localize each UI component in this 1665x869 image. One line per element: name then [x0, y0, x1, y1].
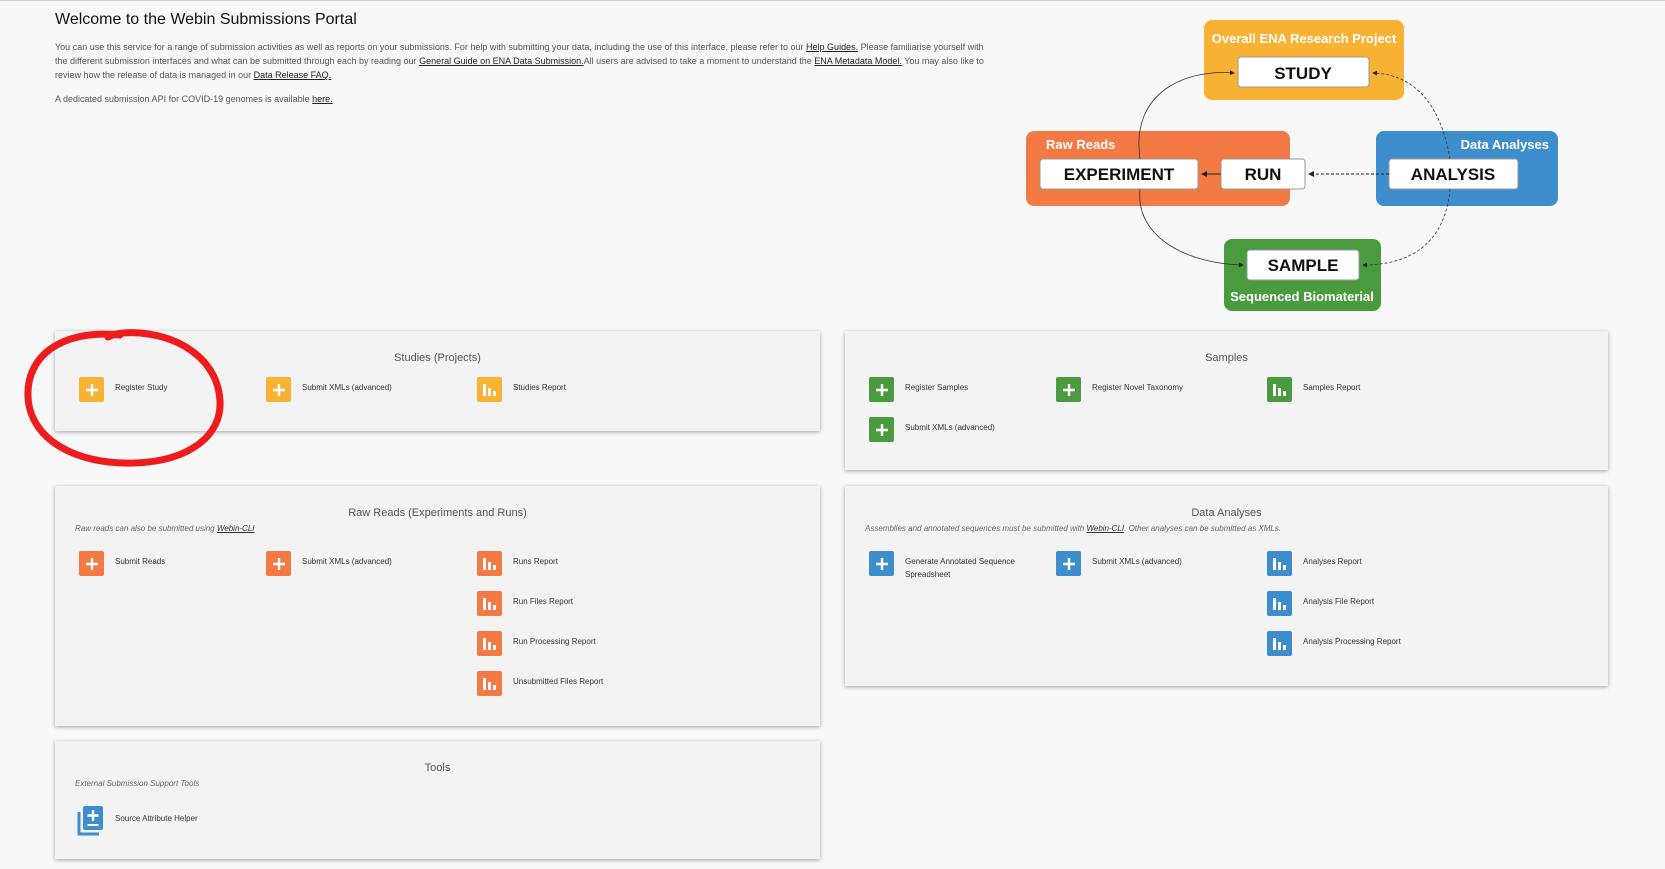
submit-reads-button[interactable]: Submit Reads: [79, 551, 165, 576]
plus-icon: [869, 377, 894, 402]
plus-icon: [79, 377, 104, 402]
samples-card: Samples Register Samples Register Novel …: [845, 331, 1608, 470]
generate-annotated-spreadsheet-button[interactable]: Generate Annotated Sequence Spreadsheet: [869, 551, 1025, 581]
analysis-label: ANALYSIS: [1411, 165, 1495, 184]
bar-chart-icon: [477, 377, 502, 402]
raw-reads-note: Raw reads can also be submitted using We…: [75, 524, 255, 533]
general-guide-link[interactable]: General Guide on ENA Data Submission.: [419, 56, 584, 66]
run-processing-report-button[interactable]: Run Processing Report: [477, 631, 596, 656]
analyses-report-button[interactable]: Analyses Report: [1267, 551, 1362, 576]
experiment-label: EXPERIMENT: [1064, 165, 1175, 184]
help-guides-link[interactable]: Help Guides.: [806, 42, 858, 52]
library-add-icon: [77, 805, 104, 836]
raw-reads-card-title: Raw Reads (Experiments and Runs): [348, 507, 527, 519]
study-label: STUDY: [1274, 64, 1332, 83]
submit-xml-analyses-button[interactable]: Submit XMLs (advanced): [1056, 551, 1182, 576]
page-title: Welcome to the Webin Submissions Portal: [55, 11, 357, 28]
bar-chart-icon: [1267, 591, 1292, 616]
sample-title: Sequenced Biomaterial: [1230, 289, 1374, 304]
sample-label: SAMPLE: [1268, 256, 1339, 275]
bar-chart-icon: [1267, 377, 1292, 402]
bar-chart-icon: [477, 631, 502, 656]
samples-card-title: Samples: [1205, 352, 1248, 364]
bar-chart-icon: [477, 671, 502, 696]
metadata-model-link[interactable]: ENA Metadata Model.: [814, 56, 902, 66]
run-files-report-button[interactable]: Run Files Report: [477, 591, 573, 616]
plus-icon: [266, 377, 291, 402]
webin-cli-link[interactable]: Webin-CLI: [217, 524, 255, 533]
bar-chart-icon: [477, 551, 502, 576]
unsubmitted-files-report-button[interactable]: Unsubmitted Files Report: [477, 671, 603, 696]
register-study-button[interactable]: Register Study: [79, 377, 167, 402]
covid-api-link[interactable]: here.: [312, 94, 333, 104]
bar-chart-icon: [477, 591, 502, 616]
tools-card-title: Tools: [424, 762, 451, 774]
analysis-processing-report-button[interactable]: Analysis Processing Report: [1267, 631, 1401, 656]
submit-xml-reads-button[interactable]: Submit XMLs (advanced): [266, 551, 392, 576]
raw-reads-card: Raw Reads (Experiments and Runs) Raw rea…: [55, 486, 820, 726]
plus-icon: [1056, 551, 1081, 576]
data-analyses-card-title: Data Analyses: [1191, 507, 1262, 519]
samples-report-button[interactable]: Samples Report: [1267, 377, 1360, 402]
data-analyses-note: Assemblies and annotated sequences must …: [865, 524, 1282, 533]
plus-icon: [1056, 377, 1081, 402]
register-novel-taxonomy-button[interactable]: Register Novel Taxonomy: [1056, 377, 1183, 402]
project-title: Overall ENA Research Project: [1212, 31, 1397, 46]
source-attribute-helper-button[interactable]: Source Attribute Helper: [77, 805, 198, 836]
analyses-title: Data Analyses: [1461, 137, 1549, 152]
data-analyses-card: Data Analyses Assemblies and annotated s…: [845, 486, 1608, 686]
bar-chart-icon: [1267, 551, 1292, 576]
tools-card: Tools External Submission Support Tools …: [55, 741, 820, 859]
covid-paragraph: A dedicated submission API for COVID-19 …: [55, 94, 333, 104]
intro-paragraph: You can use this service for a range of …: [55, 42, 984, 80]
raw-reads-title: Raw Reads: [1046, 137, 1115, 152]
plus-icon: [869, 551, 894, 576]
plus-icon: [266, 551, 291, 576]
webin-cli-link[interactable]: Webin-CLI: [1086, 524, 1124, 533]
ena-metadata-model-diagram: Overall ENA Research Project STUDY Raw R…: [1026, 20, 1558, 311]
submit-xml-studies-button[interactable]: Submit XMLs (advanced): [266, 377, 392, 402]
run-label: RUN: [1245, 165, 1282, 184]
studies-card-title: Studies (Projects): [394, 352, 481, 364]
analysis-file-report-button[interactable]: Analysis File Report: [1267, 591, 1374, 616]
bar-chart-icon: [1267, 631, 1292, 656]
plus-icon: [79, 551, 104, 576]
runs-report-button[interactable]: Runs Report: [477, 551, 558, 576]
studies-card: Studies (Projects) Register Study Submit…: [55, 331, 820, 431]
data-release-faq-link[interactable]: Data Release FAQ.: [254, 70, 332, 80]
submit-xml-samples-button[interactable]: Submit XMLs (advanced): [869, 417, 995, 442]
tools-note: External Submission Support Tools: [75, 779, 200, 788]
plus-icon: [869, 417, 894, 442]
studies-report-button[interactable]: Studies Report: [477, 377, 566, 402]
register-samples-button[interactable]: Register Samples: [869, 377, 968, 402]
intro-section: Welcome to the Webin Submissions Portal …: [55, 11, 995, 114]
